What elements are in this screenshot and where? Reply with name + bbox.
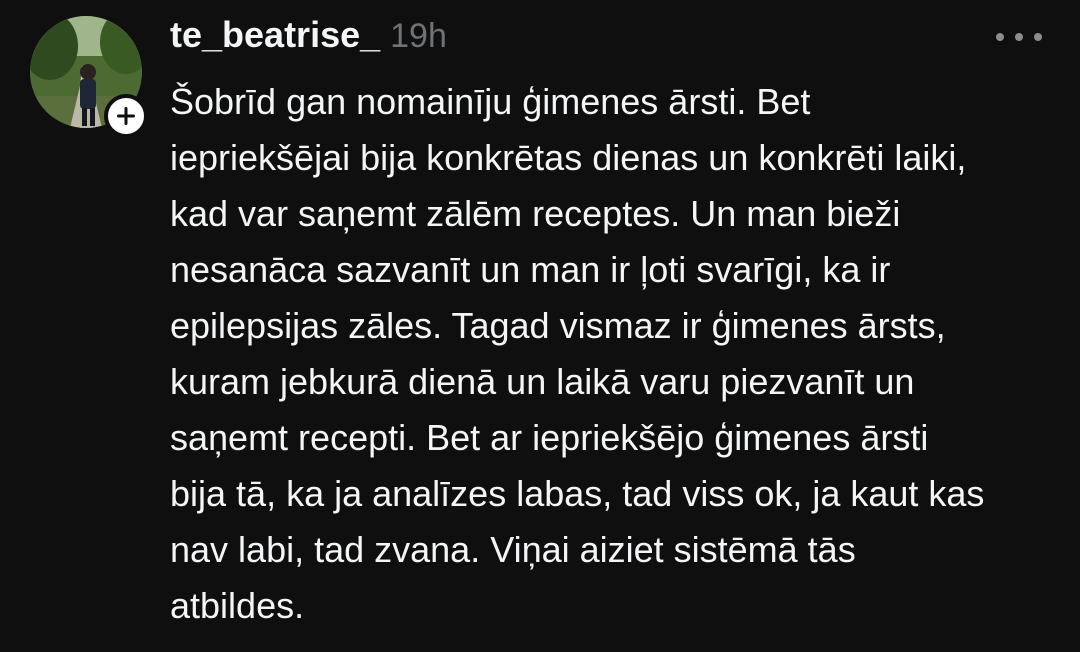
post-text-line: atbildes. bbox=[170, 585, 305, 626]
more-horizontal-icon bbox=[996, 33, 1004, 41]
post-text-line: iepriekšējai bija konkrētas dienas un ko… bbox=[170, 137, 967, 178]
more-horizontal-icon-dot bbox=[1015, 33, 1023, 41]
post-text-line: nesanāca sazvanīt un man ir ļoti svarīgi… bbox=[170, 249, 891, 290]
more-horizontal-icon-dot bbox=[1034, 33, 1042, 41]
username-link[interactable]: te_beatrise_ bbox=[170, 14, 380, 56]
post-text-line: Šobrīd gan nomainīju ģimenes ārsti. Bet bbox=[170, 81, 811, 122]
avatar-container[interactable] bbox=[30, 16, 148, 138]
post-header: te_beatrise_ 19h bbox=[170, 14, 447, 60]
plus-icon bbox=[117, 107, 135, 125]
post-text-line: epilepsijas zāles. Tagad vismaz ir ģimen… bbox=[170, 305, 946, 346]
thread-post: te_beatrise_ 19h Šobrīd gan nomainīju ģi… bbox=[0, 0, 1080, 652]
post-text-line: bija tā, ka ja analīzes labas, tad viss … bbox=[170, 473, 985, 514]
post-text-line: kad var saņemt zālēm receptes. Un man bi… bbox=[170, 193, 901, 234]
post-text-line: kuram jebkurā dienā un laikā varu piezva… bbox=[170, 361, 915, 402]
follow-button[interactable] bbox=[104, 94, 148, 138]
more-options-button[interactable] bbox=[996, 26, 1042, 48]
post-text-line: nav labi, tad zvana. Viņai aiziet sistēm… bbox=[170, 529, 856, 570]
post-text: Šobrīd gan nomainīju ģimenes ārsti. Bet … bbox=[170, 74, 1050, 634]
post-text-line: saņemt recepti. Bet ar iepriekšējo ģimen… bbox=[170, 417, 929, 458]
post-timestamp: 19h bbox=[390, 17, 447, 55]
